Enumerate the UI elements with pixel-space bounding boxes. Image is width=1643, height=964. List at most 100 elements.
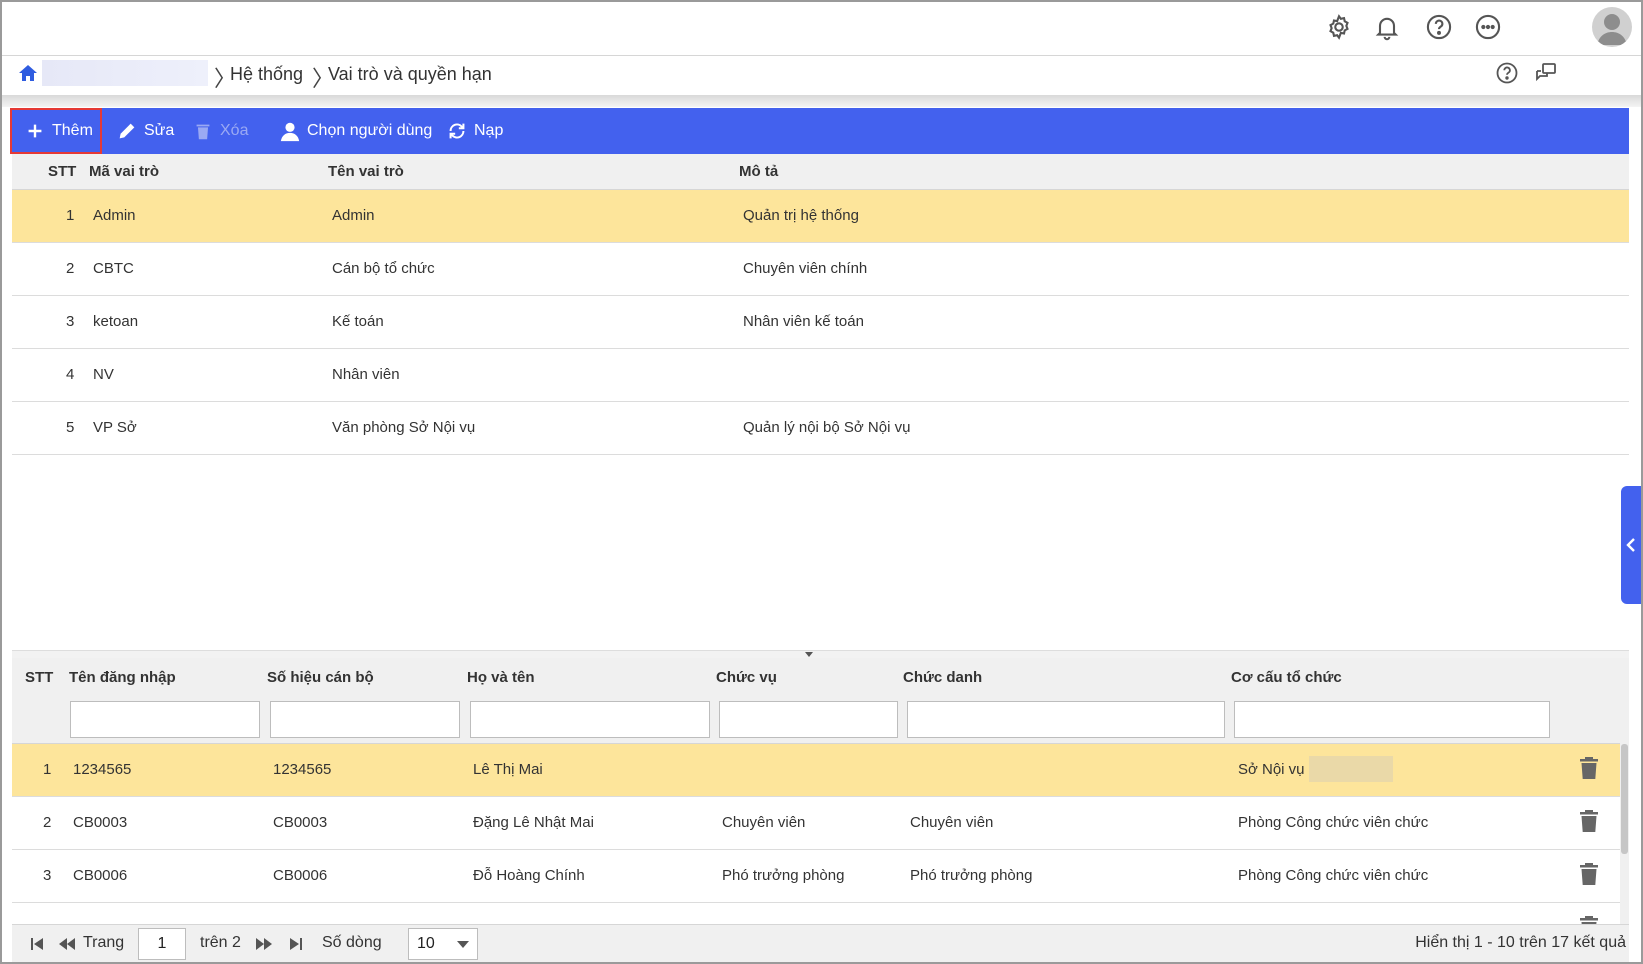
last-page-icon[interactable] (287, 935, 305, 953)
column-header-title[interactable]: Chức danh (903, 669, 982, 686)
first-page-icon[interactable] (28, 935, 46, 953)
filter-staff-no-input[interactable] (270, 701, 460, 738)
help-icon[interactable] (1423, 11, 1455, 43)
redacted-org-detail (1309, 756, 1393, 782)
breadcrumb-hidden-unit (42, 60, 208, 86)
users-grid-body: 1 1234565 1234565 Lê Thị Mai Sở Nội vụ 2… (12, 744, 1620, 924)
page-label: Trang (83, 934, 125, 951)
trash-icon[interactable] (1578, 809, 1600, 833)
cell-staff-no: CB0003 (273, 814, 328, 831)
bell-icon[interactable] (1371, 11, 1403, 43)
trash-icon[interactable] (1578, 915, 1600, 924)
chevron-down-icon (457, 941, 469, 948)
edit-button[interactable]: Sửa (116, 108, 174, 154)
trash-icon (196, 124, 210, 140)
choose-user-button-label: Chọn người dùng (307, 122, 433, 139)
choose-user-button[interactable]: Chọn người dùng (279, 108, 432, 154)
cell-role-name: Kế toán (332, 313, 384, 330)
feedback-icon[interactable] (1534, 61, 1560, 87)
cell-role-code: ketoan (93, 313, 139, 330)
column-header-position[interactable]: Chức vụ (716, 669, 777, 686)
rows-per-page-select[interactable]: 10 (408, 928, 478, 960)
user-icon (280, 122, 300, 142)
home-icon[interactable] (16, 61, 42, 87)
cell-stt: 1 (43, 761, 52, 778)
cell-role-name: Văn phòng Sở Nội vụ (332, 419, 476, 436)
column-header-stt[interactable]: STT (48, 163, 76, 180)
breadcrumb-roles[interactable]: Vai trò và quyền hạn (328, 64, 492, 85)
more-icon[interactable] (1472, 11, 1504, 43)
caret-down-icon (805, 652, 813, 657)
cell-title: Chuyên viên (910, 814, 994, 831)
rows-per-page-value: 10 (417, 935, 435, 952)
edit-button-label: Sửa (144, 122, 175, 139)
header-shadow (2, 95, 1641, 107)
delete-button-label: Xóa (220, 122, 249, 139)
cell-description: Quản trị hệ thống (743, 207, 859, 224)
table-row[interactable]: 3 ketoan Kế toán Nhân viên kế toán (12, 296, 1629, 349)
filter-position-input[interactable] (719, 701, 898, 738)
cell-stt: 3 (43, 867, 52, 884)
cell-position: Phó trưởng phòng (722, 867, 845, 884)
top-header (2, 2, 1641, 56)
cell-username: CB0003 (73, 814, 128, 831)
column-header-staff-no[interactable]: Số hiệu cán bộ (267, 669, 374, 686)
page-total-label: trên 2 (200, 934, 241, 951)
column-header-org[interactable]: Cơ cấu tổ chức (1231, 669, 1342, 686)
previous-page-icon[interactable] (58, 935, 76, 953)
filter-title-input[interactable] (907, 701, 1225, 738)
table-row[interactable] (12, 903, 1620, 924)
avatar-icon[interactable] (1592, 7, 1632, 47)
table-row[interactable]: 4 NV Nhân viên (12, 349, 1629, 402)
trash-icon[interactable] (1578, 756, 1600, 780)
delete-button[interactable]: Xóa (192, 108, 248, 154)
add-button[interactable]: Thêm (10, 108, 102, 154)
help-icon[interactable] (1495, 61, 1521, 87)
reload-button[interactable]: Nạp (446, 108, 503, 154)
rows-per-page-label: Số dòng (322, 934, 382, 951)
cell-full-name: Lê Thị Mai (473, 761, 543, 778)
cell-staff-no: CB0006 (273, 867, 328, 884)
roles-grid-header: STT Mã vai trò Tên vai trò Mô tả (12, 154, 1629, 190)
cell-description: Nhân viên kế toán (743, 313, 864, 330)
column-header-stt[interactable]: STT (25, 669, 53, 686)
scrollbar-thumb[interactable] (1621, 744, 1628, 854)
next-page-icon[interactable] (255, 935, 273, 953)
table-row[interactable]: 1 Admin Admin Quản trị hệ thống (12, 190, 1629, 243)
cell-stt: 4 (66, 366, 75, 383)
cell-staff-no: 1234565 (273, 761, 332, 778)
table-row[interactable]: 3 CB0006 CB0006 Đỗ Hoàng Chính Phó trưởn… (12, 850, 1620, 903)
table-row[interactable]: 2 CBTC Cán bộ tổ chức Chuyên viên chính (12, 243, 1629, 296)
table-row[interactable]: 5 VP Sở Văn phòng Sở Nội vụ Quản lý nội … (12, 402, 1629, 455)
column-header-username[interactable]: Tên đăng nhập (69, 669, 176, 686)
plus-icon (28, 124, 42, 138)
column-header-role-name[interactable]: Tên vai trò (328, 163, 404, 180)
add-button-label: Thêm (52, 122, 93, 139)
users-grid-scrollbar[interactable] (1620, 658, 1629, 924)
column-header-description[interactable]: Mô tả (739, 163, 778, 180)
cell-role-code: VP Sở (93, 419, 137, 436)
cell-username: CB0006 (73, 867, 128, 884)
gear-icon[interactable] (1323, 11, 1355, 43)
trash-icon[interactable] (1578, 862, 1600, 886)
filter-username-input[interactable] (70, 701, 260, 738)
side-panel-toggle[interactable] (1621, 486, 1641, 604)
cell-role-name: Admin (332, 207, 375, 224)
cell-description: Quản lý nội bộ Sở Nội vụ (743, 419, 911, 436)
breadcrumb-system[interactable]: Hệ thống (230, 64, 303, 85)
cell-role-code: CBTC (93, 260, 134, 277)
filter-org-input[interactable] (1234, 701, 1550, 738)
cell-role-code: Admin (93, 207, 136, 224)
pane-splitter[interactable] (12, 650, 1629, 658)
cell-org: Sở Nội vụ (1238, 761, 1305, 778)
toolbar: Thêm Sửa Xóa Chọn người dùng Nạp (10, 108, 1629, 154)
cell-username: 1234565 (73, 761, 132, 778)
filter-full-name-input[interactable] (470, 701, 710, 738)
table-row[interactable]: 2 CB0003 CB0003 Đặng Lê Nhật Mai Chuyên … (12, 797, 1620, 850)
refresh-icon (449, 123, 465, 139)
column-header-full-name[interactable]: Họ và tên (467, 669, 535, 686)
column-header-role-code[interactable]: Mã vai trò (89, 163, 159, 180)
table-row[interactable]: 1 1234565 1234565 Lê Thị Mai Sở Nội vụ (12, 744, 1620, 797)
cell-role-name: Cán bộ tổ chức (332, 260, 435, 277)
page-number-input[interactable]: 1 (138, 928, 186, 960)
